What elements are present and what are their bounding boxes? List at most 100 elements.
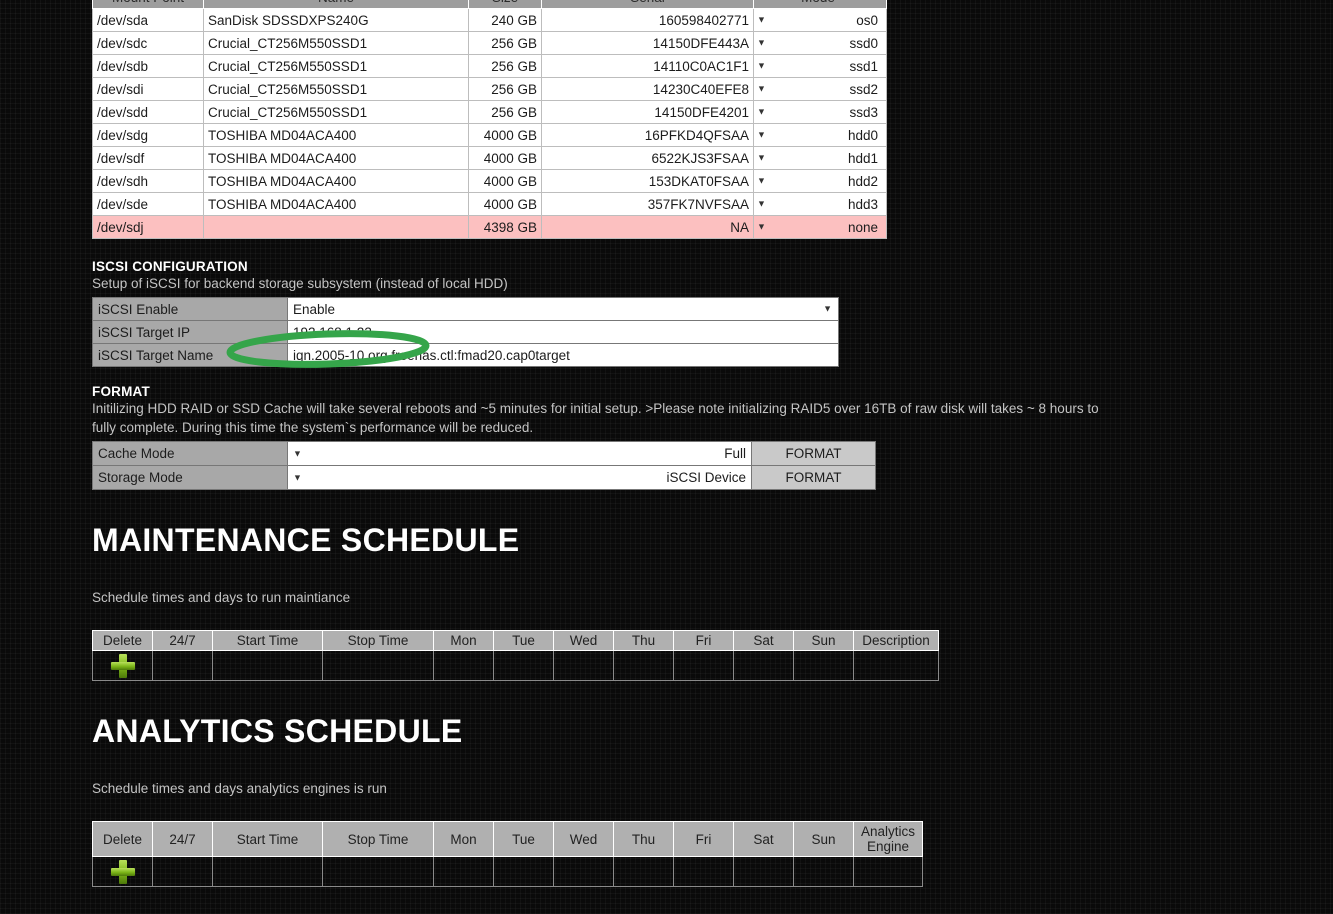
- add-row-button[interactable]: [92, 650, 153, 681]
- schedule-cell-mon[interactable]: [433, 856, 494, 887]
- cell-mode-select[interactable]: ▼ os0: [753, 8, 887, 32]
- cell-mode-value: ssd0: [849, 35, 878, 51]
- plus-icon[interactable]: [110, 653, 135, 678]
- cell-serial: 14110C0AC1F1: [541, 54, 754, 78]
- table-row: /dev/sdi Crucial_CT256M550SSD1 256 GB 14230…: [92, 77, 887, 101]
- column-header-24-7: 24/7: [152, 630, 213, 651]
- cell-serial: 14150DFE4201: [541, 100, 754, 124]
- column-header-name: Name: [203, 0, 469, 9]
- storage-mode-format-button[interactable]: FORMAT: [751, 465, 876, 490]
- column-header-thu: Thu: [613, 630, 674, 651]
- cell-mode-value: hdd3: [847, 196, 878, 212]
- schedule-cell-start[interactable]: [212, 856, 323, 887]
- cell-size: 240 GB: [468, 8, 542, 32]
- cell-size: 4000 GB: [468, 192, 542, 216]
- column-header-mon: Mon: [433, 821, 494, 857]
- chevron-down-icon: ▼: [757, 152, 766, 163]
- column-header-tue: Tue: [493, 821, 554, 857]
- iscsi-enable-select[interactable]: Enable ▼: [287, 297, 839, 321]
- schedule-cell-tue[interactable]: [493, 856, 554, 887]
- cell-mode-select[interactable]: ▼ ssd3: [753, 100, 887, 124]
- cell-mode-select[interactable]: ▼ hdd3: [753, 192, 887, 216]
- schedule-cell-wed[interactable]: [553, 856, 614, 887]
- cache-mode-format-button[interactable]: FORMAT: [751, 441, 876, 466]
- iscsi-target-ip-input[interactable]: 192.168.1.23: [287, 320, 839, 344]
- column-header-sun: Sun: [793, 821, 854, 857]
- schedule-row: [92, 650, 939, 681]
- plus-icon[interactable]: [110, 859, 135, 884]
- schedule-cell-wed[interactable]: [553, 650, 614, 681]
- storage-mode-select[interactable]: ▼ iSCSI Device: [287, 465, 752, 490]
- schedule-cell-stop[interactable]: [322, 856, 434, 887]
- maintenance-section: MAINTENANCE SCHEDULE Schedule times and …: [92, 521, 1292, 681]
- cell-mode-select[interactable]: ▼ ssd0: [753, 31, 887, 55]
- column-header-24-7: 24/7: [152, 821, 213, 857]
- schedule-cell-sat[interactable]: [733, 650, 794, 681]
- cell-mode-value: hdd2: [847, 173, 878, 189]
- cell-serial: 14230C40EFE8: [541, 77, 754, 101]
- iscsi-enable-label: iSCSI Enable: [92, 297, 288, 321]
- schedule-cell-mon[interactable]: [433, 650, 494, 681]
- schedule-cell-sat[interactable]: [733, 856, 794, 887]
- cell-mode-select[interactable]: ▼ hdd0: [753, 123, 887, 147]
- chevron-down-icon: ▼: [757, 60, 766, 71]
- cell-device-name: TOSHIBA MD04ACA400: [203, 146, 469, 170]
- storage-mode-label: Storage Mode: [92, 465, 288, 490]
- table-row: /dev/sdc Crucial_CT256M550SSD1 256 GB 14150…: [92, 31, 887, 55]
- schedule-cell-last[interactable]: [853, 650, 939, 681]
- format-section-title: FORMAT: [92, 384, 150, 399]
- cell-size: 256 GB: [468, 31, 542, 55]
- cell-mode-select[interactable]: ▼ none: [753, 215, 887, 239]
- cache-mode-select[interactable]: ▼ Full: [287, 441, 752, 466]
- cell-mode-select[interactable]: ▼ ssd2: [753, 77, 887, 101]
- cell-size: 256 GB: [468, 54, 542, 78]
- schedule-cell-last[interactable]: [853, 856, 923, 887]
- cell-mode-select[interactable]: ▼ hdd2: [753, 169, 887, 193]
- cell-mount-point: /dev/sdd: [92, 100, 204, 124]
- cell-mount-point: /dev/sdf: [92, 146, 204, 170]
- chevron-down-icon: ▼: [757, 198, 766, 209]
- cell-size: 4000 GB: [468, 123, 542, 147]
- schedule-cell-thu[interactable]: [613, 856, 674, 887]
- format-row-storage-mode: Storage Mode ▼ iSCSI Device FORMAT: [92, 465, 876, 490]
- iscsi-section-description: Setup of iSCSI for backend storage subsy…: [92, 276, 508, 291]
- schedule-cell-247[interactable]: [152, 650, 213, 681]
- format-section: FORMAT Initilizing HDD RAID or SSD Cache…: [92, 384, 1292, 490]
- cache-mode-label: Cache Mode: [92, 441, 288, 466]
- schedule-cell-tue[interactable]: [493, 650, 554, 681]
- cell-device-name: [203, 215, 469, 239]
- schedule-cell-fri[interactable]: [673, 856, 734, 887]
- chevron-down-icon: ▼: [757, 221, 766, 232]
- column-header-mode: Mode: [753, 0, 887, 9]
- table-row: /dev/sdh TOSHIBA MD04ACA400 4000 GB 153DKAT…: [92, 169, 887, 193]
- schedule-cell-thu[interactable]: [613, 650, 674, 681]
- cell-device-name: Crucial_CT256M550SSD1: [203, 31, 469, 55]
- schedule-cell-247[interactable]: [152, 856, 213, 887]
- analytics-header-row: Delete 24/7 Start Time Stop Time Mon Tue Wed Th…: [92, 821, 923, 857]
- disk-table-header-row: Mount Point Name Size Serial Mode: [92, 0, 887, 9]
- cell-size: 256 GB: [468, 77, 542, 101]
- table-row: /dev/sdb Crucial_CT256M550SSD1 256 GB 14110…: [92, 54, 887, 78]
- iscsi-enable-value: Enable: [293, 301, 336, 317]
- chevron-down-icon: ▼: [757, 129, 766, 140]
- cell-size: 4000 GB: [468, 146, 542, 170]
- column-header-fri: Fri: [673, 630, 734, 651]
- column-header-sat: Sat: [733, 821, 794, 857]
- cell-device-name: TOSHIBA MD04ACA400: [203, 192, 469, 216]
- cell-size: 4000 GB: [468, 169, 542, 193]
- schedule-cell-start[interactable]: [212, 650, 323, 681]
- schedule-cell-fri[interactable]: [673, 650, 734, 681]
- cell-mode-select[interactable]: ▼ hdd1: [753, 146, 887, 170]
- add-row-button[interactable]: [92, 856, 153, 887]
- cell-mode-select[interactable]: ▼ ssd1: [753, 54, 887, 78]
- format-section-description: Initilizing HDD RAID or SSD Cache will t…: [92, 401, 1099, 435]
- column-header-wed: Wed: [553, 821, 614, 857]
- cell-mode-value: ssd2: [849, 81, 878, 97]
- iscsi-target-name-input[interactable]: iqn.2005-10.org.freenas.ctl:fmad20.cap0t…: [287, 343, 839, 367]
- schedule-cell-sun[interactable]: [793, 856, 854, 887]
- cell-mount-point: /dev/sdi: [92, 77, 204, 101]
- cell-serial: 6522KJS3FSAA: [541, 146, 754, 170]
- schedule-cell-stop[interactable]: [322, 650, 434, 681]
- schedule-cell-sun[interactable]: [793, 650, 854, 681]
- schedule-row: [92, 856, 923, 887]
